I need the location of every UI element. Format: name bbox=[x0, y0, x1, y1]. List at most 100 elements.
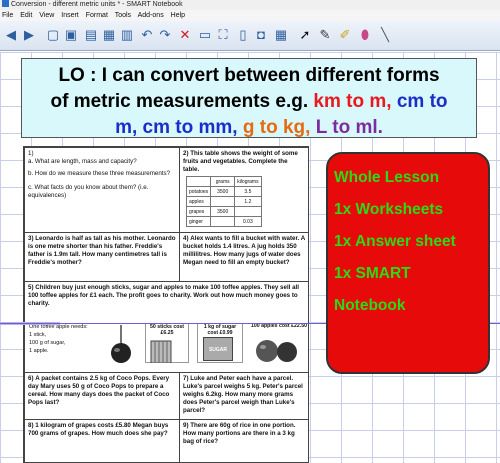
lo-l-to-ml: L to ml. bbox=[315, 117, 383, 138]
promo-line-answer-sheet: 1x Answer sheet bbox=[334, 233, 456, 250]
select-icon[interactable]: ➚ bbox=[296, 25, 314, 45]
table-cell: 1.2 bbox=[234, 196, 262, 207]
q2-header: 2) This table shows the weight of some f… bbox=[183, 150, 305, 174]
lo-cm-to: cm to bbox=[396, 91, 448, 112]
menu-add-ons[interactable]: Add-ons bbox=[138, 12, 164, 19]
table-cell: grapes bbox=[185, 206, 212, 217]
recipe-item: 1 apple. bbox=[29, 348, 49, 354]
menu-format[interactable]: Format bbox=[86, 12, 108, 19]
table-cell: 0.03 bbox=[234, 216, 262, 227]
forward-icon[interactable]: ▶ bbox=[20, 25, 38, 45]
menu-edit[interactable]: Edit bbox=[20, 12, 32, 19]
dual-page-icon[interactable]: ▯ bbox=[234, 25, 252, 45]
question-2: 2) This table shows the weight of some f… bbox=[179, 147, 308, 233]
sticks-price: 50 sticks cost £6.25 bbox=[149, 324, 185, 336]
table-cell: potatoes bbox=[185, 186, 212, 197]
q4-number: 4) bbox=[183, 235, 189, 242]
lo-line-2-text: of metric measurements e.g. bbox=[50, 91, 309, 112]
table-header bbox=[185, 176, 212, 187]
lo-g-to-kg: g to kg, bbox=[242, 117, 311, 138]
screen-shade-icon[interactable]: ▭ bbox=[196, 25, 214, 45]
q2-text: This table shows the weight of some frui… bbox=[183, 150, 298, 173]
add-page-icon[interactable]: ▢ bbox=[44, 25, 62, 45]
q9-text: There are 60g of rice in one portion. Ho… bbox=[183, 422, 296, 445]
table-cell: 3500 bbox=[210, 206, 236, 217]
q2-number: 2) bbox=[183, 150, 189, 157]
table-cell bbox=[210, 216, 236, 227]
lo-km-to-m: km to m, bbox=[313, 91, 392, 112]
line-icon[interactable]: ╲ bbox=[376, 25, 394, 45]
redo-icon[interactable]: ↷ bbox=[156, 25, 174, 45]
menu-bar: File Edit View Insert Format Tools Add-o… bbox=[0, 10, 500, 21]
back-icon[interactable]: ◀ bbox=[2, 25, 20, 45]
table-row: ginger 0.03 bbox=[185, 216, 262, 227]
question-6: 6) A packet contains 2.5 kg of Coco Pops… bbox=[24, 372, 180, 420]
delete-icon[interactable]: ✕ bbox=[176, 25, 194, 45]
notebook-canvas[interactable]: LO : I can convert between different for… bbox=[0, 52, 500, 463]
menu-file[interactable]: File bbox=[2, 12, 13, 19]
table-header: grams bbox=[210, 176, 236, 187]
table-row: potatoes 3500 3.5 bbox=[185, 186, 262, 197]
delete-page-icon[interactable]: ▣ bbox=[62, 25, 80, 45]
sugar-bag-icon: SUGAR bbox=[203, 337, 233, 361]
lo-m: m, bbox=[115, 117, 138, 138]
menu-insert[interactable]: Insert bbox=[61, 12, 79, 19]
q5-number: 5) bbox=[28, 284, 34, 291]
highlighter-icon[interactable]: ✐ bbox=[336, 25, 354, 45]
pen-icon[interactable]: ✎ bbox=[316, 25, 334, 45]
question-8: 8) 1 kilogram of grapes costs £5.80 Mega… bbox=[24, 419, 180, 462]
table-icon[interactable]: ▦ bbox=[272, 25, 290, 45]
lo-line-3: m, cm to mm, g to kg, L to ml. bbox=[22, 115, 476, 141]
question-9: 9) There are 60g of rice in one portion.… bbox=[179, 419, 308, 462]
toffee-apple-icon bbox=[111, 325, 131, 363]
table-cell: ginger bbox=[185, 216, 212, 227]
promo-line-notebook: Notebook bbox=[334, 297, 406, 314]
sugar-price: 1 kg of sugar cost £0.99 bbox=[203, 324, 237, 336]
q5-text: Children buy just enough sticks, sugar a… bbox=[28, 284, 299, 307]
table-cell: apples bbox=[185, 196, 212, 207]
window-title: Conversion - different metric units * - … bbox=[11, 1, 183, 8]
open-icon[interactable]: ▤ bbox=[82, 25, 100, 45]
lesson-contents-banner: Whole Lesson 1x Worksheets 1x Answer she… bbox=[326, 152, 490, 374]
save-icon[interactable]: ▦ bbox=[100, 25, 118, 45]
table-header: kilograms bbox=[234, 176, 262, 187]
q6-text: A packet contains 2.5 kg of Coco Pops. E… bbox=[28, 375, 170, 406]
toolbar: ◀ ▶ ▢ ▣ ▤ ▦ ▥ ↶ ↷ ✕ ▭ ⛶ ▯ ◘ ▦ ➚ ✎ ✐ ⬮ ╲ bbox=[0, 21, 500, 51]
undo-icon[interactable]: ↶ bbox=[138, 25, 156, 45]
question-3: 3) Leonardo is half as tall as his mothe… bbox=[24, 232, 180, 282]
menu-tools[interactable]: Tools bbox=[115, 12, 131, 19]
menu-help[interactable]: Help bbox=[171, 12, 185, 19]
capture-icon[interactable]: ◘ bbox=[252, 25, 270, 45]
q1-number: 1) bbox=[28, 150, 34, 157]
smart-notebook-icon bbox=[2, 0, 9, 7]
table-cell bbox=[210, 196, 236, 207]
window-titlebar: Conversion - different metric units * - … bbox=[0, 0, 500, 10]
q4-text: Alex wants to fill a bucket with water. … bbox=[183, 235, 305, 266]
question-4: 4) Alex wants to fill a bucket with wate… bbox=[179, 232, 308, 282]
question-7: 7) Luke and Peter each have a parcel. Lu… bbox=[179, 372, 308, 420]
table-cell: 3500 bbox=[210, 186, 236, 197]
full-screen-icon[interactable]: ⛶ bbox=[214, 25, 232, 45]
question-1: 1) a. What are length, mass and capacity… bbox=[24, 147, 180, 233]
recipe-box: One toffee apple needs: 1 stick, 100 g o… bbox=[29, 323, 99, 355]
q3-number: 3) bbox=[28, 235, 34, 242]
eraser-icon[interactable]: ⬮ bbox=[356, 25, 374, 45]
recipe-item: 1 stick, bbox=[29, 332, 47, 338]
sugar-bag-label: SUGAR bbox=[208, 347, 228, 353]
q1-part-a: a. What are length, mass and capacity? bbox=[28, 158, 137, 165]
sticks-bundle-icon bbox=[150, 340, 172, 363]
promo-line-whole-lesson: Whole Lesson bbox=[334, 169, 440, 186]
q1-part-b: b. How do we measure these three measure… bbox=[28, 170, 171, 177]
q3-text: Leonardo is half as tall as his mother. … bbox=[28, 235, 176, 266]
table-cell bbox=[234, 206, 262, 217]
table-row: apples 1.2 bbox=[185, 196, 262, 207]
menu-view[interactable]: View bbox=[39, 12, 54, 19]
q9-number: 9) bbox=[183, 422, 189, 429]
paste-icon[interactable]: ▥ bbox=[118, 25, 136, 45]
worksheet-image[interactable]: 1) a. What are length, mass and capacity… bbox=[23, 146, 309, 463]
lo-line-1: LO : I can convert between different for… bbox=[58, 65, 440, 86]
table-cell: 3.5 bbox=[234, 186, 262, 197]
table-row: grapes 3500 bbox=[185, 206, 262, 217]
q7-text: Luke and Peter each have a parcel. Luke'… bbox=[183, 375, 303, 414]
fruit-veg-table: grams kilograms potatoes 3500 3.5 apples 1.2… bbox=[185, 176, 262, 227]
